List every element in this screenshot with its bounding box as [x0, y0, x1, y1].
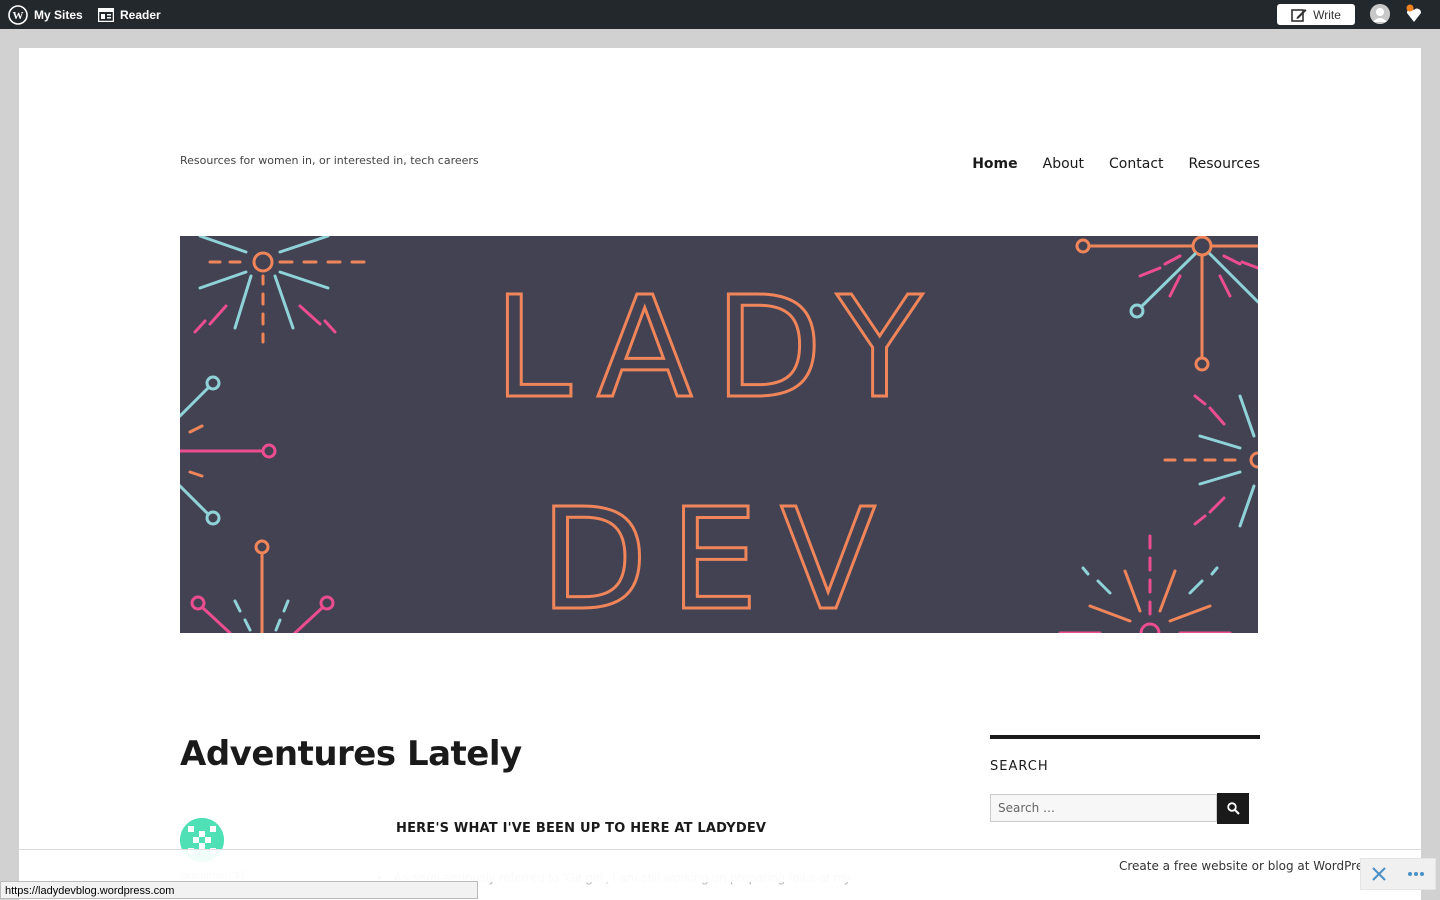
more-icon[interactable] — [1407, 871, 1425, 877]
header-title-line1: LADY — [494, 267, 945, 430]
nav-item-contact[interactable]: Contact — [1109, 156, 1163, 172]
write-label: Write — [1313, 7, 1341, 22]
edit-icon — [1291, 8, 1307, 22]
nav-item-about[interactable]: About — [1043, 156, 1084, 172]
nav-item-home[interactable]: Home — [972, 156, 1017, 172]
customize-icon[interactable] — [1371, 866, 1387, 882]
my-sites-menu[interactable]: W My Sites — [8, 0, 83, 29]
footer-actions — [1360, 858, 1436, 890]
search-icon — [1226, 802, 1240, 815]
user-avatar[interactable] — [1370, 4, 1390, 24]
main-navigation: Home About Contact Resources — [972, 156, 1260, 172]
my-sites-label: My Sites — [34, 7, 83, 22]
write-button[interactable]: Write — [1277, 4, 1355, 25]
site-tagline: Resources for women in, or interested in… — [180, 154, 479, 167]
reader-menu[interactable]: Reader — [98, 0, 161, 29]
svg-text:W: W — [13, 10, 24, 22]
widget-title: SEARCH — [990, 759, 1049, 774]
header-image[interactable]: LADY DEV — [180, 236, 1258, 633]
search-form — [990, 793, 1260, 824]
search-button[interactable] — [1217, 793, 1249, 824]
reader-label: Reader — [120, 7, 161, 22]
page-sheet: Resources for women in, or interested in… — [19, 48, 1421, 900]
post-title[interactable]: HERE'S WHAT I'VE BEEN UP TO HERE AT LADY… — [396, 821, 766, 836]
admin-bar: W My Sites Reader Write — [0, 0, 1440, 29]
header-title-line2: DEV — [540, 479, 898, 633]
footer-bar: Create a free website or blog at WordPre… — [19, 849, 1421, 882]
nav-item-resources[interactable]: Resources — [1189, 156, 1261, 172]
reader-icon — [98, 7, 114, 22]
bell-icon — [1406, 4, 1422, 22]
user-icon — [1370, 4, 1390, 24]
notifications-button[interactable] — [1404, 4, 1424, 26]
search-widget: SEARCH — [990, 735, 1260, 824]
wordpress-logo-icon: W — [8, 4, 28, 25]
page-title: Adventures Lately — [180, 734, 522, 774]
search-input[interactable] — [990, 794, 1217, 822]
browser-status-bar: https://ladydevblog.wordpress.com — [0, 881, 478, 899]
header-artwork: LADY DEV — [180, 236, 1258, 633]
